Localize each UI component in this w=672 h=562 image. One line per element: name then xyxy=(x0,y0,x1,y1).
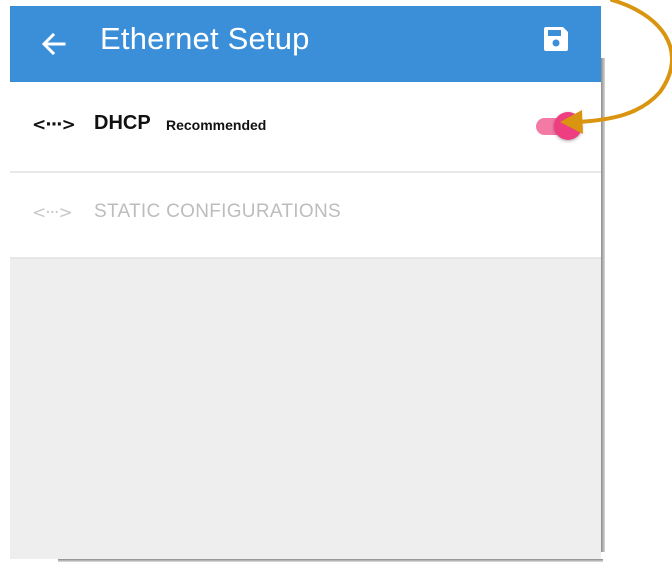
toggle-thumb xyxy=(554,112,582,140)
static-config-row[interactable]: <···> STATIC CONFIGURATIONS xyxy=(10,173,601,259)
ethernet-icon: <···> xyxy=(32,203,73,223)
dhcp-recommended-label: Recommended xyxy=(166,117,267,133)
page-title: Ethernet Setup xyxy=(100,21,310,56)
dhcp-option-row[interactable]: <···> DHCP Recommended xyxy=(10,82,601,173)
dhcp-label: DHCP xyxy=(94,112,151,134)
floppy-disk-icon[interactable] xyxy=(541,24,571,54)
static-config-label: STATIC CONFIGURATIONS xyxy=(94,201,341,222)
arrow-left-icon[interactable] xyxy=(38,28,70,60)
app-bar: Ethernet Setup xyxy=(10,6,601,82)
ethernet-icon: <···> xyxy=(32,115,76,135)
screen-edge-shadow xyxy=(601,58,605,552)
dhcp-toggle[interactable] xyxy=(534,110,584,142)
ethernet-setup-screen: Ethernet Setup <···> DHCP Recommended <·… xyxy=(10,6,601,559)
